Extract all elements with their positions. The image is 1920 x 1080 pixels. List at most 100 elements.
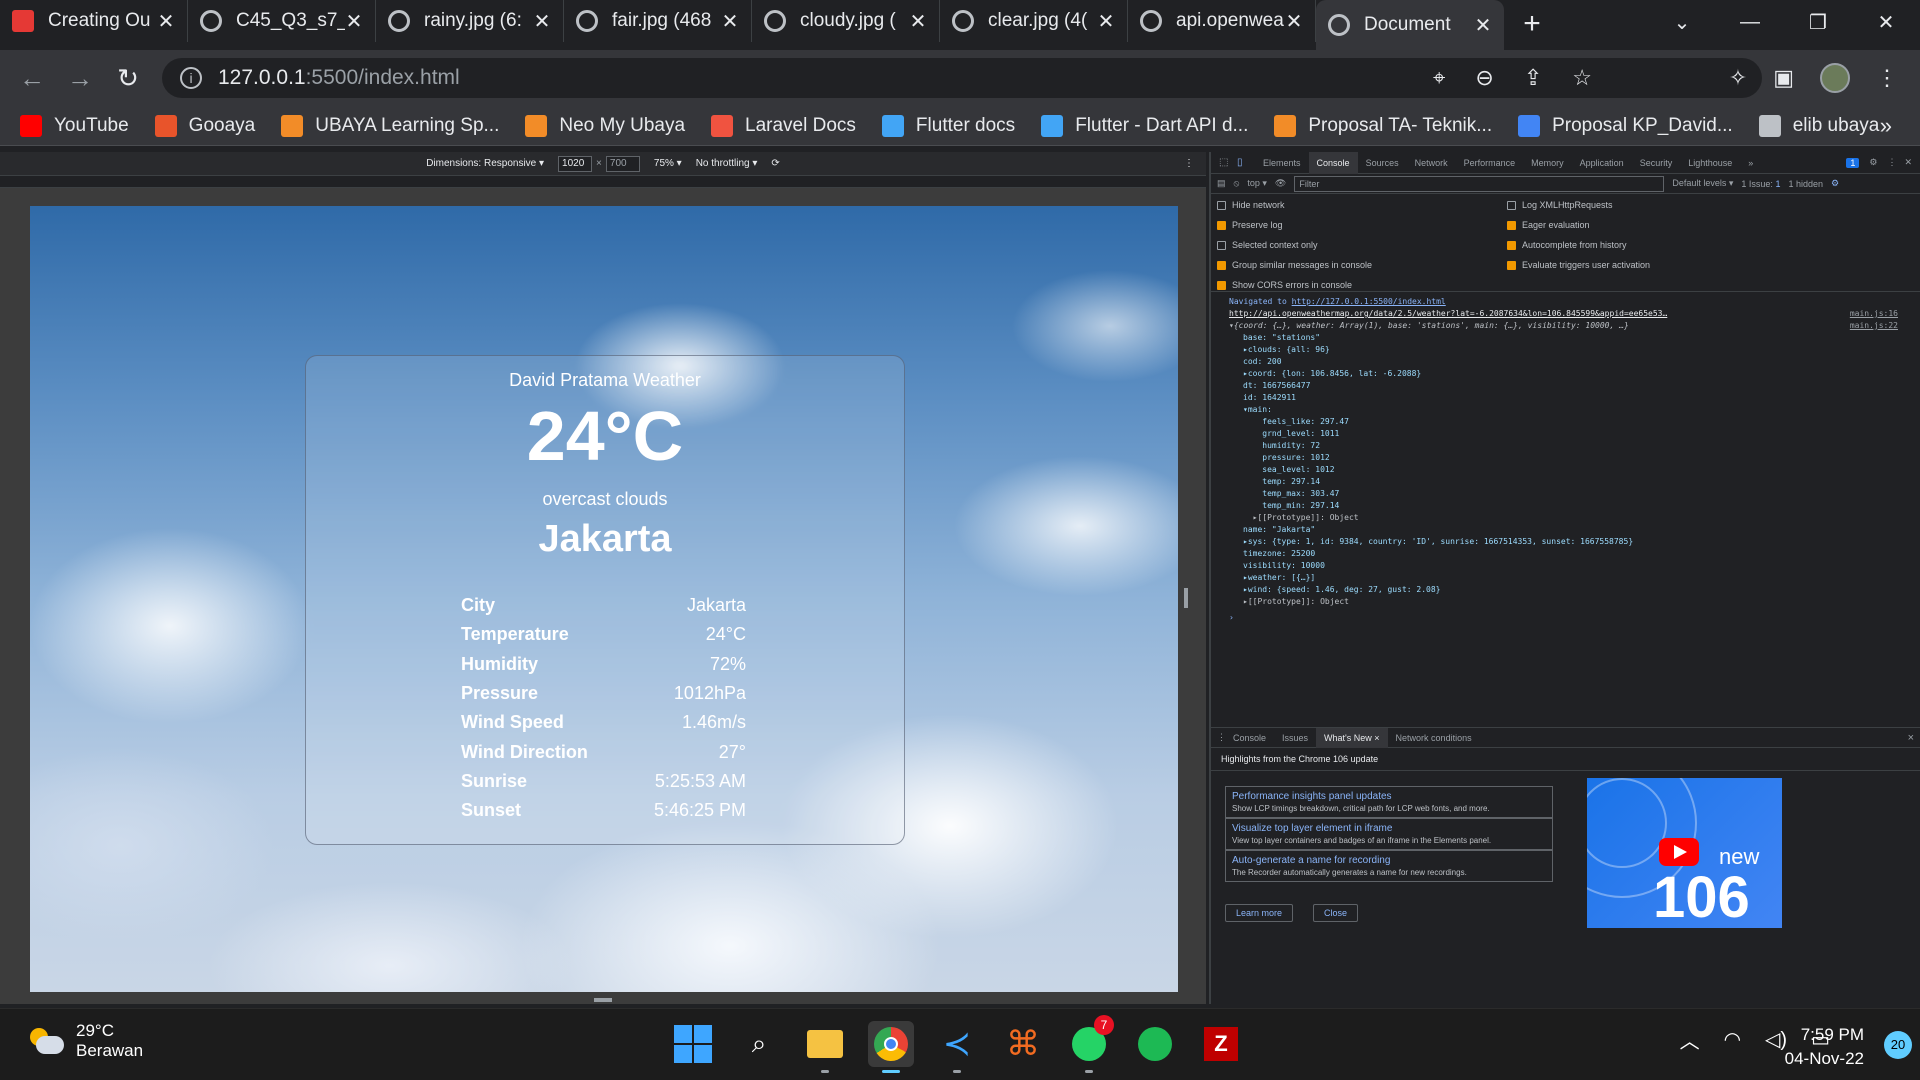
close-whats-new-button[interactable]: Close — [1313, 904, 1359, 922]
devtools-tab[interactable]: Console — [1308, 151, 1358, 174]
bookmark-item[interactable]: Gooaya — [154, 114, 255, 137]
browser-tab[interactable]: Creating Ou ✕ — [0, 0, 188, 42]
tab-close-icon[interactable]: ✕ — [721, 9, 739, 34]
width-input[interactable] — [558, 155, 593, 172]
new-tab-button[interactable]: + — [1512, 4, 1552, 44]
devtools-tab[interactable]: Security — [1632, 152, 1681, 174]
devtools-close-icon[interactable]: ✕ — [1904, 157, 1912, 168]
share-icon[interactable]: ⇪ — [1524, 65, 1542, 91]
console-setting-left[interactable]: Selected context only — [1217, 240, 1318, 250]
weather-widget[interactable]: 29°C Berawan — [28, 1021, 143, 1061]
console-filter-input[interactable]: Filter — [1294, 175, 1665, 192]
drawer-tab[interactable]: Console — [1225, 728, 1274, 748]
tab-close-icon[interactable]: ✕ — [533, 9, 551, 34]
chevron-up-icon[interactable]: ︿ — [1680, 1025, 1700, 1054]
whatsapp-icon[interactable]: 7 — [1066, 1015, 1114, 1073]
bookmark-item[interactable]: Flutter docs — [881, 114, 1015, 137]
devtools-tab[interactable]: Memory — [1523, 152, 1572, 174]
start-button[interactable] — [670, 1021, 716, 1067]
object-property-line[interactable]: ▸[[Prototype]]: Object — [1243, 596, 1920, 608]
context-selector[interactable]: top ▾ — [1247, 178, 1267, 189]
tab-close-icon[interactable]: ✕ — [345, 9, 363, 34]
request-url-link[interactable]: http://api.openweathermap.org/data/2.5/w… — [1229, 309, 1667, 318]
setting-checkbox[interactable] — [1507, 260, 1516, 270]
object-property-line[interactable]: ▸wind: {speed: 1.46, deg: 27, gust: 2.08… — [1243, 584, 1920, 596]
devtools-tab[interactable]: Application — [1572, 152, 1632, 174]
search-icon[interactable]: ⌕ — [736, 1021, 782, 1067]
source-link-2[interactable]: main.js:22 — [1850, 320, 1898, 332]
console-setting-right[interactable]: Eager evaluation — [1507, 220, 1590, 230]
whats-new-feature[interactable]: Auto-generate a name for recording The Re… — [1225, 850, 1553, 882]
filezilla-icon[interactable]: Z — [1198, 1021, 1244, 1067]
devtools-tab[interactable]: Sources — [1358, 152, 1407, 174]
youtube-play-icon[interactable] — [1659, 838, 1699, 866]
drawer-tab[interactable]: Network conditions — [1388, 728, 1480, 748]
device-toggle-icon[interactable]: ▯ — [1237, 157, 1243, 168]
viewport-resize-handle-right[interactable] — [1184, 588, 1188, 608]
reload-icon[interactable]: ↻ — [104, 63, 152, 94]
setting-checkbox[interactable] — [1217, 280, 1226, 290]
forward-icon[interactable]: → — [56, 63, 104, 94]
back-icon[interactable]: ← — [8, 63, 56, 94]
object-property-line[interactable]: ▸coord: {lon: 106.8456, lat: -6.2088} — [1243, 368, 1920, 380]
browser-tab[interactable]: rainy.jpg (6: ✕ — [376, 0, 564, 42]
rotate-icon[interactable]: ⟳ — [771, 158, 779, 169]
device-toolbar-more-icon[interactable]: ⋮ — [1184, 158, 1194, 169]
minimize-button[interactable]: — — [1716, 11, 1784, 34]
bookmark-item[interactable]: UBAYA Learning Sp... — [281, 114, 499, 137]
browser-tab[interactable]: fair.jpg (468 ✕ — [564, 0, 752, 42]
dimensions-dropdown[interactable]: Dimensions: Responsive ▾ — [426, 158, 544, 169]
bookmark-item[interactable]: Laravel Docs — [711, 114, 856, 137]
feature-title[interactable]: Auto-generate a name for recording — [1232, 855, 1546, 866]
bookmark-item[interactable]: YouTube — [20, 114, 129, 137]
browser-tab[interactable]: C45_Q3_s7_ ✕ — [188, 0, 376, 42]
bookmark-item[interactable]: Neo My Ubaya — [525, 114, 685, 137]
vscode-icon[interactable]: ≺ — [934, 1021, 980, 1073]
bookmark-item[interactable]: Proposal KP_David... — [1518, 114, 1733, 137]
side-panel-icon[interactable]: ▣ — [1773, 65, 1794, 91]
live-expression-icon[interactable]: 👁 — [1275, 178, 1286, 189]
log-levels-dropdown[interactable]: Default levels ▾ — [1672, 178, 1733, 189]
browser-tab[interactable]: cloudy.jpg (✕ — [752, 0, 940, 42]
notification-count[interactable]: 20 — [1884, 1031, 1912, 1059]
devtools-tab[interactable]: Performance — [1456, 152, 1524, 174]
bookmark-item[interactable]: elib ubaya — [1758, 114, 1879, 137]
menu-kebab-icon[interactable]: ⋮ — [1876, 65, 1898, 91]
tab-close-icon[interactable]: ✕ — [1097, 9, 1115, 34]
restore-button[interactable]: ❐ — [1784, 10, 1852, 35]
issues-button[interactable]: 1 Issue: 1 — [1741, 179, 1780, 189]
devtools-tab[interactable]: » — [1740, 152, 1761, 174]
console-setting-right[interactable]: Autocomplete from history — [1507, 240, 1627, 250]
browser-tab[interactable]: api.openwea ✕ — [1128, 0, 1316, 42]
bookmarks-overflow-button[interactable]: » — [1880, 113, 1892, 139]
object-property-line[interactable]: ▾main: — [1243, 404, 1920, 416]
learn-more-button[interactable]: Learn more — [1225, 904, 1294, 922]
zoom-dropdown[interactable]: 75% ▾ — [654, 158, 682, 169]
object-property-line[interactable]: ▸weather: [{…}] — [1243, 572, 1920, 584]
extensions-icon[interactable]: ✧ — [1729, 65, 1747, 91]
whats-new-feature[interactable]: Visualize top layer element in iframe Vie… — [1225, 818, 1553, 850]
drawer-menu-icon[interactable]: ⋮ — [1217, 732, 1226, 743]
feature-title[interactable]: Visualize top layer element in iframe — [1232, 823, 1546, 834]
clock[interactable]: 7:59 PM 04-Nov-22 — [1785, 1023, 1864, 1071]
bookmark-item[interactable]: Flutter - Dart API d... — [1041, 114, 1248, 137]
console-setting-left[interactable]: Group similar messages in console — [1217, 260, 1372, 270]
feature-title[interactable]: Performance insights panel updates — [1232, 791, 1546, 802]
close-window-button[interactable]: ✕ — [1852, 10, 1920, 35]
sidebar-toggle-icon[interactable]: ▤ — [1217, 178, 1226, 189]
setting-checkbox[interactable] — [1507, 240, 1516, 250]
setting-checkbox[interactable] — [1507, 200, 1516, 210]
setting-checkbox[interactable] — [1217, 220, 1226, 230]
setting-checkbox[interactable] — [1217, 260, 1226, 270]
throttling-dropdown[interactable]: No throttling ▾ — [696, 158, 758, 169]
chrome-icon[interactable] — [868, 1021, 914, 1073]
viewport-resize-handle-bottom[interactable] — [594, 998, 612, 1002]
browser-tab[interactable]: Document ✕ — [1316, 0, 1504, 50]
tab-close-icon[interactable]: ✕ — [909, 9, 927, 34]
drawer-close-icon[interactable]: × — [1908, 732, 1914, 744]
settings-gear-icon[interactable]: ⚙ — [1869, 157, 1877, 168]
tab-close-icon[interactable]: ✕ — [1474, 13, 1492, 38]
issues-counter[interactable]: 1 — [1846, 157, 1860, 168]
inspect-element-icon[interactable]: ⬚ — [1219, 157, 1228, 168]
browser-tab[interactable]: clear.jpg (4(✕ — [940, 0, 1128, 42]
